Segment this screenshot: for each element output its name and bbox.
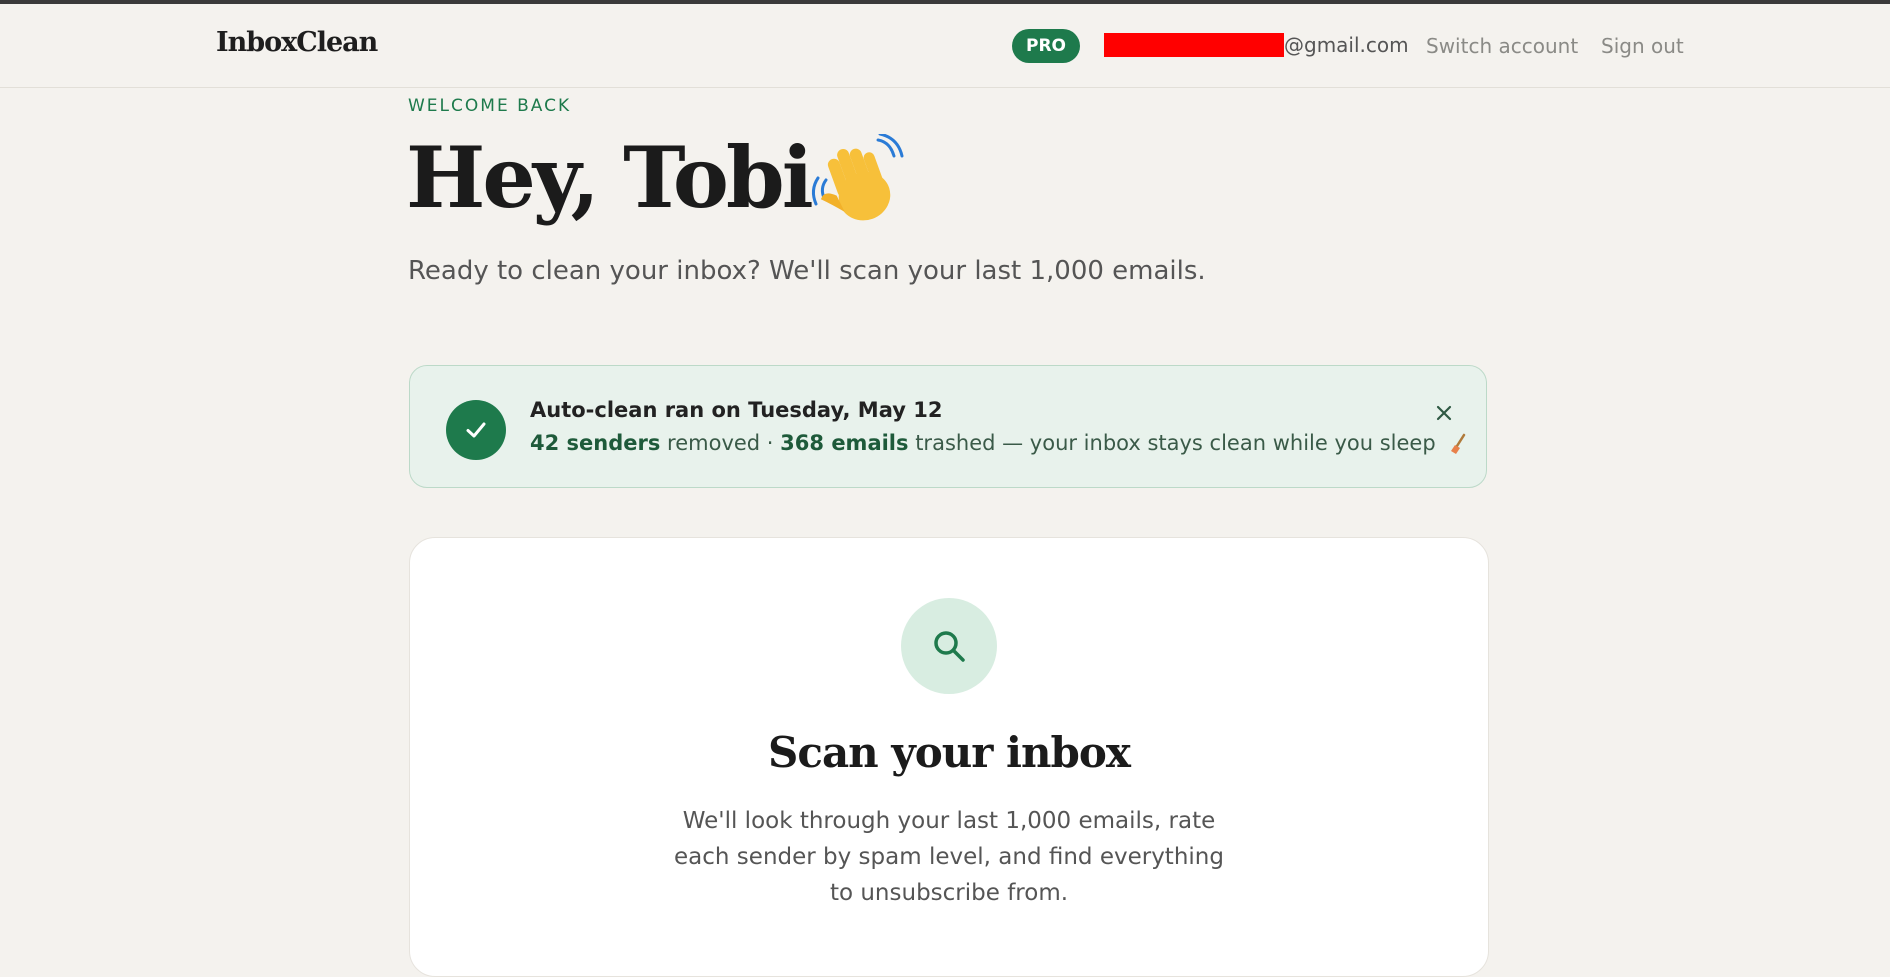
top-nav: InboxClean PRO @gmail.com Switch account… — [0, 4, 1890, 88]
switch-account-link[interactable]: Switch account — [1426, 34, 1578, 58]
search-icon — [934, 631, 965, 662]
banner-title: Auto-clean ran on Tuesday, May 12 — [530, 398, 943, 422]
scan-card-description: We'll look through your last 1,000 email… — [674, 808, 1224, 906]
email-domain: @gmail.com — [1284, 33, 1409, 57]
success-badge — [446, 400, 506, 460]
search-badge — [901, 598, 997, 694]
greeting-subtitle: Ready to clean your inbox? We'll scan yo… — [408, 256, 1206, 286]
app-logo[interactable]: InboxClean — [216, 27, 378, 58]
removed-label: removed · — [667, 431, 774, 455]
welcome-eyebrow: WELCOME BACK — [408, 96, 572, 116]
redacted-email-username — [1104, 33, 1284, 57]
pro-badge: PRO — [1012, 29, 1080, 63]
scan-inbox-card: Scan your inbox We'll look through your … — [409, 537, 1489, 977]
senders-count: 42 senders — [530, 431, 661, 455]
greeting-heading: Hey, Tobi — [406, 128, 814, 227]
check-icon — [466, 422, 486, 438]
trashed-label: trashed — your inbox stays clean while y… — [915, 431, 1436, 455]
close-icon[interactable] — [1430, 399, 1458, 427]
banner-summary: 42 senders removed · 368 emails trashed … — [530, 431, 1470, 455]
broom-icon — [1451, 433, 1466, 454]
auto-clean-banner: Auto-clean ran on Tuesday, May 12 42 sen… — [409, 365, 1487, 488]
account-email: @gmail.com — [1104, 30, 1409, 60]
waving-hand-icon — [811, 134, 904, 221]
sign-out-link[interactable]: Sign out — [1601, 34, 1684, 58]
scan-card-title: Scan your inbox — [768, 728, 1131, 777]
emails-count: 368 emails — [780, 431, 909, 455]
